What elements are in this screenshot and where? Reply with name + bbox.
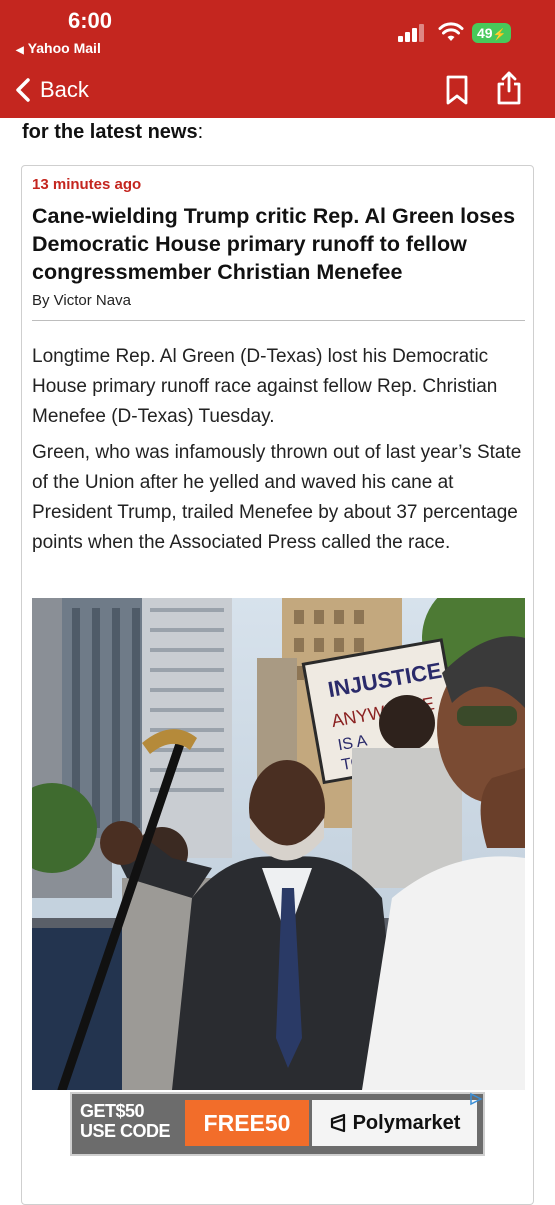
status-time: 6:00	[68, 8, 113, 33]
article-byline: By Victor Nava	[32, 292, 131, 309]
byline-divider	[32, 320, 525, 321]
chevron-left-icon	[16, 78, 30, 102]
back-triangle-icon: ◀	[16, 45, 24, 56]
battery-indicator: 49⚡	[472, 23, 512, 43]
battery-level: 49	[477, 25, 493, 41]
article-photo: INJUSTICE ANYWHERE IS A TO	[32, 598, 525, 1090]
share-icon[interactable]	[494, 70, 524, 106]
ad-code-line: GET$50	[80, 1101, 145, 1121]
ad-brand-name: Polymarket	[352, 1111, 461, 1134]
article-headline[interactable]: Cane-wielding Trump critic Rep. Al Green…	[32, 202, 522, 286]
lead-in-text: for the latest news:	[22, 121, 203, 144]
ad-code-line: USE CODE	[80, 1121, 171, 1141]
back-to-app-link[interactable]: ◀ Yahoo Mail	[16, 40, 101, 56]
ad-code-text: GET$50 USE CODE	[80, 1101, 171, 1141]
article-timestamp: 13 minutes ago	[32, 176, 142, 193]
ad-brand-box: Polymarket	[312, 1100, 477, 1146]
back-app-label: Yahoo Mail	[27, 40, 101, 56]
back-button-label: Back	[40, 77, 89, 102]
back-button[interactable]: Back	[14, 74, 89, 106]
protest-photo-illustration: INJUSTICE ANYWHERE IS A TO	[32, 598, 525, 1090]
app-header: 6:00 ◀ Yahoo Mail 49⚡ Back	[0, 0, 555, 118]
charging-bolt-icon: ⚡	[492, 29, 507, 41]
article-card[interactable]: 13 minutes ago Cane-wielding Trump criti…	[21, 165, 534, 1205]
ad-banner[interactable]: GET$50 USE CODE FREE50 Polymarket	[70, 1092, 485, 1156]
article-paragraph: Longtime Rep. Al Green (D-Texas) lost hi…	[32, 346, 498, 427]
ad-choices-icon[interactable]	[469, 1092, 483, 1106]
bookmark-icon[interactable]	[443, 74, 471, 106]
article-paragraph: Green, who was infamously thrown out of …	[32, 442, 522, 553]
lead-in-label: for the latest news	[22, 121, 198, 143]
lead-in-colon: :	[197, 121, 204, 143]
ad-promo-code: FREE50	[185, 1100, 309, 1146]
wifi-icon	[438, 22, 464, 41]
cellular-signal-icon	[398, 24, 428, 42]
polymarket-logo-icon	[330, 1113, 345, 1133]
